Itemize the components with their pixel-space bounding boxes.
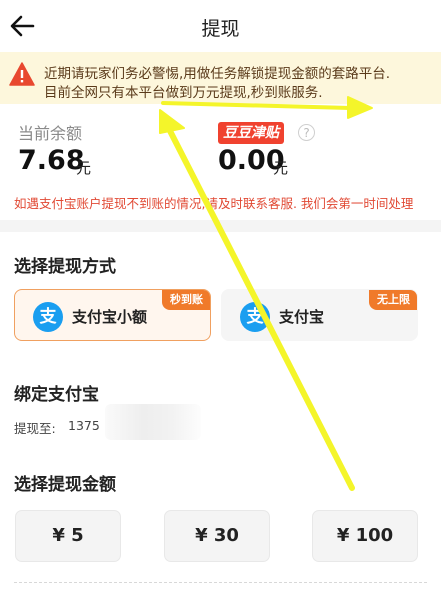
alipay-icon: 支 [240,302,270,332]
section-divider [0,220,441,232]
bind-section-title: 绑定支付宝 [14,385,99,405]
current-balance-label: 当前余额 [18,124,83,143]
warning-triangle-icon [9,62,35,86]
method-section-title: 选择提现方式 [14,257,116,277]
bind-account-label: 提现至: [14,421,56,436]
amount-option-5[interactable]: ¥ 5 [15,510,121,562]
method-option-label: 支付宝 [279,308,325,326]
amount-section-title: 选择提现金额 [14,475,116,495]
method-tag: 秒到账 [162,290,210,310]
method-option-alipay[interactable]: 支 支付宝 无上限 [221,289,418,341]
redaction-blur [105,404,201,440]
amount-option-100[interactable]: ¥ 100 [312,510,418,562]
alipay-icon: 支 [33,302,63,332]
banner-text-line-1: 近期请玩家们务必警惕,用做任务解锁提现金额的套路平台. [44,66,391,82]
bottom-divider [14,582,427,583]
method-tag: 无上限 [369,290,417,310]
bind-account-value: 1375 [68,418,100,433]
subsidy-unit: 元 [273,159,289,177]
help-icon[interactable]: ? [298,124,315,141]
banner-text-line-2: 目前全网只有本平台做到万元提现,秒到账服务. [44,85,323,101]
current-balance-value: 7.68 [18,145,85,176]
amount-option-30[interactable]: ¥ 30 [164,510,270,562]
page-title: 提现 [201,18,240,40]
subsidy-badge: 豆豆津贴 [218,122,284,144]
current-balance-unit: 元 [76,159,92,177]
method-option-label: 支付宝小额 [72,308,148,326]
withdraw-notice: 如遇支付宝账户提现不到账的情况,请及时联系客服. 我们会第一时间处理 [14,196,414,211]
method-option-alipay-small[interactable]: 支 支付宝小额 秒到账 [14,289,211,341]
